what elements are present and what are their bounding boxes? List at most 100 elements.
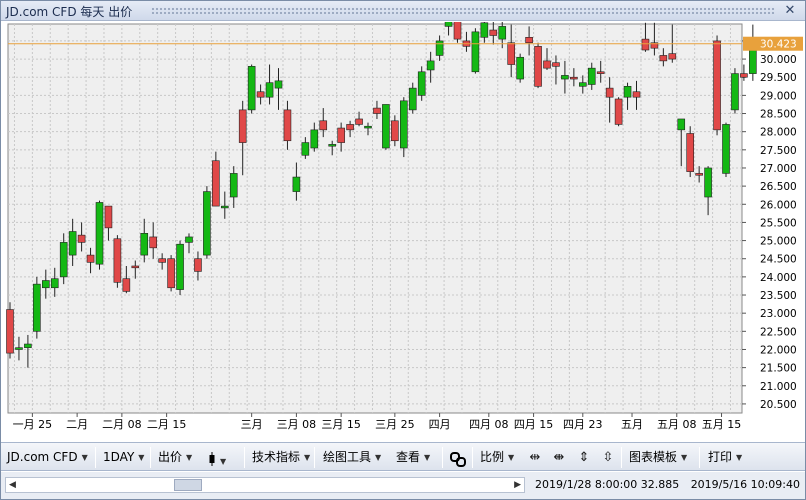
y-tick-label: 21.500 — [760, 363, 797, 375]
view-menu[interactable]: 查看 ▼ — [396, 448, 430, 467]
price-type-dropdown[interactable]: 出价 ▼ — [158, 448, 192, 467]
candle-body — [185, 236, 193, 243]
candle-body — [176, 243, 184, 290]
candlestick-icon — [209, 452, 215, 466]
chevron-down-icon: ▼ — [138, 453, 145, 462]
zoom-out-horizontal-icon[interactable]: ⇼ — [550, 448, 568, 467]
candle-body — [740, 73, 748, 78]
x-tick-label: 五月 15 — [702, 418, 742, 431]
candle-body — [104, 205, 113, 229]
zoom-out-vertical-icon[interactable]: ⇳ — [599, 448, 617, 467]
candle-body — [238, 109, 247, 143]
candle-body — [122, 278, 131, 292]
chevron-down-icon: ▼ — [375, 453, 382, 462]
current-price-label: 30.423 — [760, 39, 797, 51]
candle-body — [95, 202, 104, 265]
candle-body — [453, 22, 462, 40]
x-tick-label: 四月 15 — [514, 418, 554, 431]
x-tick-label: 三月 25 — [375, 418, 415, 431]
link-icon[interactable] — [448, 448, 468, 467]
scale-menu[interactable]: 比例 ▼ — [480, 448, 514, 467]
candle-body — [408, 87, 417, 111]
candle-body — [203, 191, 211, 256]
title-bar[interactable]: JD.com CFD 每天 出价 ✕ — [1, 1, 805, 21]
x-tick-label: 三月 08 — [277, 418, 317, 431]
chevron-down-icon: ▼ — [304, 453, 311, 462]
y-tick-label: 22.000 — [760, 344, 797, 356]
y-tick-label: 21.000 — [760, 381, 797, 393]
candle-body — [292, 176, 301, 192]
drawing-tools-label: 绘图工具 — [323, 450, 372, 464]
candle-body — [6, 309, 14, 354]
candle-body — [677, 118, 686, 131]
candle-body — [212, 160, 220, 207]
candle-body — [373, 107, 381, 114]
toolbar-separator — [150, 447, 151, 468]
zoom-in-horizontal-icon[interactable]: ⇹ — [526, 448, 544, 467]
close-icon[interactable]: ✕ — [781, 2, 799, 19]
candle-body — [265, 82, 274, 98]
y-tick-label: 29.000 — [760, 90, 797, 102]
candle-body — [704, 167, 712, 198]
templates-menu[interactable]: 图表模板 ▼ — [629, 448, 687, 467]
chevron-down-icon: ▼ — [424, 453, 431, 462]
y-tick-label: 28.500 — [760, 109, 797, 121]
scroll-right-icon[interactable]: ▶ — [514, 478, 521, 492]
title-bar-grip — [151, 7, 775, 14]
scroll-left-icon[interactable]: ◀ — [9, 478, 16, 492]
y-tick-label: 25.000 — [760, 236, 797, 248]
candle-body — [346, 124, 354, 131]
candle-body — [391, 120, 399, 142]
candle-body — [229, 173, 238, 198]
candle-body — [534, 46, 542, 87]
candle-body — [596, 71, 605, 74]
x-tick-label: 三月 — [241, 418, 263, 431]
candle-body — [319, 120, 328, 131]
candle-body — [86, 254, 95, 263]
plot-background — [7, 23, 743, 414]
candle-body — [552, 62, 560, 67]
candle-body — [355, 118, 363, 125]
candle-body — [731, 73, 739, 111]
drawing-tools-menu[interactable]: 绘图工具 ▼ — [323, 448, 381, 467]
scale-label: 比例 — [480, 450, 505, 464]
print-label: 打印 — [708, 450, 733, 464]
zoom-in-vertical-icon[interactable]: ⇕ — [575, 448, 593, 467]
candle-body — [283, 109, 292, 142]
candle-body — [50, 278, 59, 289]
candle-body — [435, 40, 444, 56]
y-tick-label: 30.000 — [760, 54, 797, 66]
candlestick-chart[interactable]: 30.50030.00029.50029.00028.50028.00027.5… — [1, 22, 805, 441]
candle-body — [578, 82, 587, 87]
y-tick-label: 26.500 — [760, 181, 797, 193]
candle-body — [364, 125, 372, 129]
candle-body — [587, 67, 596, 85]
y-tick-label: 28.000 — [760, 127, 797, 139]
toolbar-separator — [314, 447, 315, 468]
candle-body — [480, 22, 489, 38]
candle-body — [713, 40, 721, 131]
candle-body — [301, 142, 310, 156]
candle-body — [33, 283, 41, 332]
y-tick-label: 23.500 — [760, 290, 797, 302]
scroll-thumb[interactable] — [174, 479, 202, 491]
y-tick-label: 24.000 — [760, 272, 797, 284]
symbol-dropdown[interactable]: JD.com CFD ▼ — [7, 448, 88, 467]
templates-label: 图表模板 — [629, 450, 678, 464]
chart-type-dropdown[interactable]: ▼ — [208, 448, 226, 467]
toolbar-separator — [244, 447, 245, 468]
indicators-menu[interactable]: 技术指标 ▼ — [252, 448, 310, 467]
x-tick-label: 五月 08 — [657, 418, 697, 431]
candle-body — [77, 234, 86, 243]
x-tick-label: 一月 25 — [13, 418, 53, 431]
horizontal-scrollbar[interactable]: ◀ ▶ — [5, 477, 525, 493]
candle-body — [570, 76, 578, 80]
period-dropdown[interactable]: 1DAY ▼ — [103, 448, 144, 467]
candle-body — [507, 42, 516, 65]
candle-body — [310, 129, 319, 149]
print-menu[interactable]: 打印 ▼ — [708, 448, 742, 467]
candle-body — [543, 60, 551, 69]
candle-body — [131, 265, 140, 269]
candle-body — [221, 205, 229, 209]
candle-body — [471, 31, 480, 73]
